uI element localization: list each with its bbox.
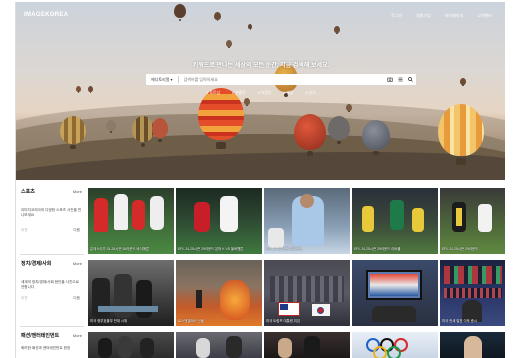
keyword-link[interactable]: # 손흥민: [232, 91, 246, 96]
category-description: 세계의 정치/경제/사회 현안을 사진으로 전합니다: [21, 280, 79, 289]
photo-caption: 미국 관세 발표 이후 증시: [442, 319, 477, 323]
balloon-image: [226, 40, 232, 49]
photo-card[interactable]: 미국 트럼프 대통령 취임: [264, 260, 350, 326]
balloon-image: [60, 116, 86, 150]
top-navigation: 로그인 회원가입 마이페이지 고객센터: [391, 13, 492, 19]
photo-card[interactable]: [440, 332, 505, 358]
balloon-image: [294, 114, 326, 157]
photo-card[interactable]: [352, 260, 438, 326]
photo-card[interactable]: [176, 332, 262, 358]
camera-icon[interactable]: [386, 76, 394, 84]
photo-card[interactable]: [352, 332, 438, 358]
balloon-image: [132, 116, 154, 147]
photo-card[interactable]: EPL 24-25시즌 30라운드: [264, 188, 350, 254]
category-entertainment: 패션/엔터테인먼트 More 화려한 패션과 엔터테인먼트 현장: [16, 332, 86, 358]
photo-card[interactable]: 미국 관세 발표 이후 증시: [440, 260, 505, 326]
category-title: 패션/엔터테인먼트: [21, 333, 60, 339]
category-description: 이미지코리아의 다양한 스포츠 사진을 만나보세요: [21, 208, 82, 217]
balloon-image: [152, 118, 168, 142]
balloon-image: [174, 4, 186, 21]
keyword-link[interactable]: # 선거: [305, 91, 315, 96]
photo-card[interactable]: 로스앤젤레스 산불: [176, 260, 262, 326]
category-sections: 스포츠 More 이미지코리아의 다양한 스포츠 사진을 만나보세요 이전 다음…: [16, 184, 505, 358]
balloon-image: [248, 24, 252, 30]
divider: [20, 326, 84, 327]
prev-button[interactable]: 이전: [21, 228, 28, 233]
next-button[interactable]: 다음: [73, 296, 80, 301]
photo-caption: 분데스리가 24-25시즌 26라운드 바이에른: [90, 247, 149, 251]
search-input[interactable]: [178, 75, 386, 84]
keyword-link[interactable]: # 토트넘: [206, 91, 220, 96]
keyword-link[interactable]: # 벚꽃: [283, 91, 293, 96]
category-title: 정치/경제/사회: [21, 261, 52, 267]
photo-caption: 미국 정부효율부 반대 시위: [90, 319, 128, 323]
photo-card[interactable]: [88, 332, 174, 358]
more-link[interactable]: More: [73, 261, 82, 266]
nav-support[interactable]: 고객센터: [477, 13, 492, 19]
quick-keywords: # 토트넘 # 손흥민 # 이강인 # 벚꽃 # 선거: [16, 91, 505, 96]
balloon-image: [244, 98, 250, 107]
nav-mypage[interactable]: 마이페이지: [445, 13, 463, 19]
photo-card[interactable]: 분데스리가 24-25시즌 26라운드 바이에른: [88, 188, 174, 254]
filter-icon[interactable]: [396, 76, 404, 84]
nav-signup[interactable]: 회원가입: [416, 13, 431, 19]
photo-card[interactable]: EPL 24-25시즌 29라운드: [440, 188, 505, 254]
photo-caption: EPL 24-25시즌 29라운드 본머스 VS 울버햄튼: [178, 247, 244, 251]
photo-caption: 로스앤젤레스 산불: [178, 319, 204, 323]
photo-caption: 미국 트럼프 대통령 취임: [266, 319, 301, 323]
nav-login[interactable]: 로그인: [391, 13, 402, 19]
category-politics: 정치/경제/사회 More 세계의 정치/경제/사회 현안을 사진으로 전합니다…: [16, 260, 86, 330]
search-icon[interactable]: [406, 76, 414, 84]
search-bar: 에디토리얼 ▾: [146, 74, 416, 85]
photo-caption: EPL 24-25시즌 29라운드 리버풀: [354, 247, 401, 251]
photo-caption: EPL 24-25시즌 29라운드: [442, 247, 479, 251]
balloon-image: [328, 116, 350, 145]
divider: [20, 254, 84, 255]
site-logo[interactable]: IMAGEKOREA: [24, 12, 68, 18]
photo-card[interactable]: [264, 332, 350, 358]
category-sports: 스포츠 More 이미지코리아의 다양한 스포츠 사진을 만나보세요 이전 다음: [16, 188, 86, 258]
photo-caption: EPL 24-25시즌 30라운드: [266, 247, 303, 251]
hero-tagline: 키워드로 만나는 세상의 모든 순간, 지금 검색해 보세요.: [192, 63, 330, 69]
balloon-image: [334, 26, 340, 35]
search-scope-dropdown[interactable]: 에디토리얼 ▾: [146, 76, 179, 83]
browser-viewport: IMAGEKOREA 로그인 회원가입 마이페이지 고객센터 키워드로 만나는 …: [15, 2, 505, 358]
prev-button[interactable]: 이전: [21, 296, 28, 301]
balloon-image: [106, 120, 116, 133]
photo-card[interactable]: EPL 24-25시즌 29라운드 본머스 VS 울버햄튼: [176, 188, 262, 254]
photo-card[interactable]: 미국 정부효율부 반대 시위: [88, 260, 174, 326]
keyword-link[interactable]: # 이강인: [258, 91, 272, 96]
balloon-image: [438, 104, 484, 166]
balloon-image: [214, 12, 221, 22]
more-link[interactable]: More: [73, 333, 82, 338]
photo-card[interactable]: EPL 24-25시즌 29라운드 리버풀: [352, 188, 438, 254]
balloon-image: [362, 120, 390, 156]
more-link[interactable]: More: [73, 189, 82, 194]
next-button[interactable]: 다음: [73, 228, 80, 233]
hero-banner: IMAGEKOREA 로그인 회원가입 마이페이지 고객센터 키워드로 만나는 …: [16, 2, 505, 180]
category-title: 스포츠: [21, 189, 35, 195]
category-description: 화려한 패션과 엔터테인먼트 현장: [21, 346, 71, 350]
balloon-image: [460, 78, 466, 87]
balloon-image: [346, 104, 352, 113]
